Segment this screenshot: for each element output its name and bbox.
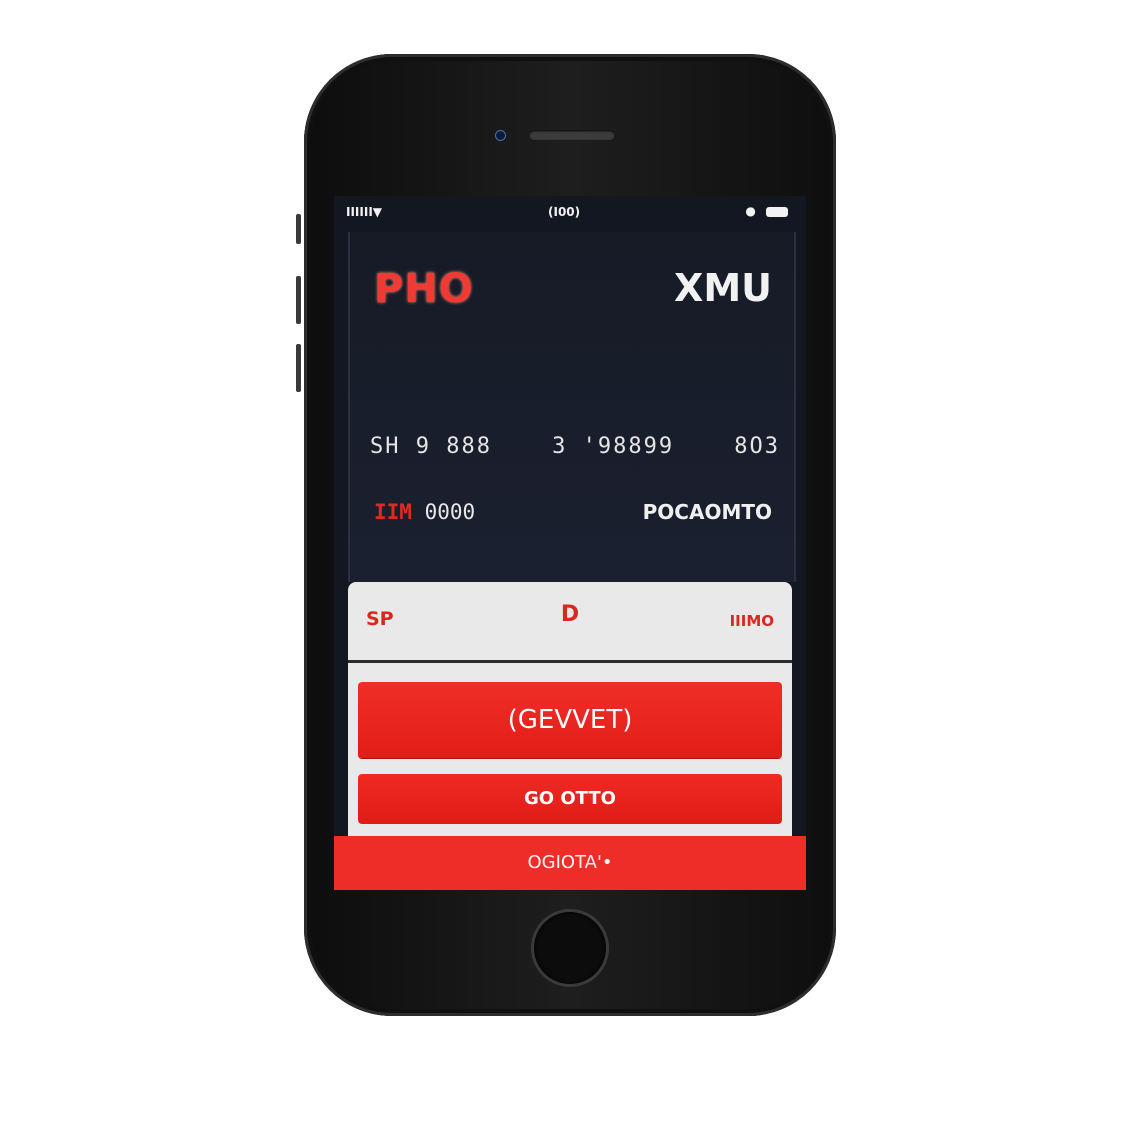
action-sheet: SP D IIIMO (GEVVET) GO OTTO OGIOTA'• [334,582,806,890]
status-time: (I00) [548,205,581,219]
card-expiry: IIM 0000 [374,500,475,524]
volume-down-button[interactable] [296,344,301,392]
carrier-signal: IIIIII▼ [346,205,383,219]
card-holder-name: POCAOMTO [642,500,772,524]
card-network-logo: XMU [674,266,772,310]
sheet-header: SP D IIIMO [348,582,792,663]
card-number-group-3: 8O3 [734,434,780,459]
payment-card[interactable]: PHO XMU SH 9 888 3 '98899 8O3 IIM 0000 P… [348,232,796,582]
secondary-action-button[interactable]: GO OTTO [358,774,782,824]
card-number-group-2: 3 '98899 [552,434,675,459]
card-number-group-1: SH 9 888 [370,434,492,459]
primary-action-button[interactable]: (GEVVET) [358,682,782,758]
battery-icon [766,206,788,217]
card-expiry-value: 0000 [424,500,476,524]
earpiece-speaker [529,130,615,140]
mute-switch[interactable] [296,214,301,244]
volume-up-button[interactable] [296,276,301,324]
stage: IIIIII▼ (I00) ● PHO XMU SH 9 888 3 '9889… [0,0,1140,1140]
card-brand: PHO [374,266,474,312]
front-camera [496,131,505,140]
sheet-right-action[interactable]: IIIMO [730,612,774,630]
tertiary-action-button[interactable]: OGIOTA'• [334,836,806,890]
sheet-title: D [560,602,580,627]
status-dot-icon: ● [745,204,756,218]
card-expiry-prefix: IIM [374,500,412,524]
home-button[interactable] [534,912,606,984]
status-bar: IIIIII▼ (I00) ● [334,196,806,230]
card-number: SH 9 888 3 '98899 8O3 [370,434,780,459]
phone-device: IIIIII▼ (I00) ● PHO XMU SH 9 888 3 '9889… [296,54,836,1016]
screen: IIIIII▼ (I00) ● PHO XMU SH 9 888 3 '9889… [334,196,806,890]
battery-indicator: ● [745,204,788,218]
